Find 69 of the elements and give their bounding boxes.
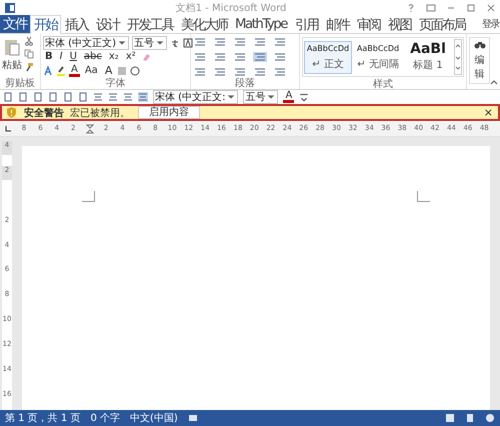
maximize-icon[interactable] (466, 2, 476, 12)
justify-icon[interactable] (138, 92, 148, 102)
margin-corner-mark (82, 191, 95, 202)
customize-toolbar-icon[interactable] (299, 92, 310, 102)
ribbon-tab[interactable]: 美化大师 (177, 15, 231, 33)
enclosed-character-icon[interactable] (130, 66, 140, 76)
gallery-scroll-icon[interactable] (454, 39, 462, 75)
cut-icon[interactable] (24, 36, 34, 46)
ribbon-tab[interactable]: 邮件 (322, 15, 353, 33)
align-right-icon[interactable] (123, 92, 133, 102)
editing-button[interactable]: 编辑 (469, 37, 490, 84)
style-option[interactable]: AaBbCcDd ↵ 正文 (304, 40, 352, 74)
character-border-icon[interactable] (182, 38, 193, 48)
group-label: 字体 (104, 78, 126, 89)
binoculars-icon (474, 40, 486, 50)
format-button[interactable]: x² (124, 50, 138, 62)
ribbon-tab[interactable]: 开始 (30, 15, 61, 34)
highlighter-icon[interactable] (56, 66, 66, 76)
style-option[interactable]: AaBl 标题 1 (404, 40, 452, 74)
format-button[interactable]: B (43, 50, 55, 62)
page-count: 第 1 页，共 1 页 (5, 412, 80, 425)
warning-message: 宏已被禁用。 (70, 106, 130, 120)
align-center-icon[interactable] (213, 52, 227, 62)
ribbon-tab[interactable]: MathType (231, 15, 291, 33)
format-painter-icon[interactable] (24, 62, 34, 72)
font-name-box[interactable]: 宋体 (中文正文: (153, 90, 238, 104)
ribbon-tab[interactable]: 插入 (61, 15, 92, 33)
text-effects-icon[interactable] (43, 66, 53, 76)
sign-in-link[interactable]: 登录 (481, 15, 500, 33)
align-left-icon[interactable] (193, 52, 207, 62)
close-button[interactable]: × (484, 107, 493, 118)
tab-selector-icon[interactable] (3, 124, 13, 134)
language-status: 中文(中国) (130, 412, 178, 425)
ribbon-tab[interactable]: 设计 (92, 15, 123, 33)
align-left-icon[interactable] (93, 92, 103, 102)
group-label: 段落 (234, 78, 256, 89)
group-label: 剪贴板 (4, 78, 36, 89)
paste-button[interactable]: 粘贴 (2, 34, 22, 78)
indent-marker-icon[interactable] (86, 124, 94, 134)
format-button[interactable]: x₂ (106, 50, 121, 62)
font-color-button[interactable]: A (69, 64, 80, 76)
enable-content-button[interactable]: 启用内容 (138, 106, 200, 119)
format-button[interactable]: I (58, 50, 65, 62)
ribbon-tab[interactable]: 引用 (290, 15, 322, 33)
shield-warning-icon (7, 107, 16, 118)
help-icon[interactable] (406, 2, 416, 12)
margin-corner-mark (417, 191, 430, 202)
font-size-box[interactable]: 五号 (243, 90, 278, 104)
change-case-button[interactable]: Aa (82, 64, 100, 76)
group-label: 样式 (372, 79, 394, 90)
font-name-box[interactable]: 宋体 (中文正文) (43, 36, 129, 50)
align-right-icon[interactable] (233, 52, 247, 62)
collapse-ribbon-icon[interactable] (490, 79, 498, 85)
style-option[interactable]: AaBbCcDd ↵ 无间隔 (354, 40, 402, 74)
format-button[interactable]: U (68, 50, 79, 62)
ribbon-tab[interactable]: 审阅 (352, 15, 384, 33)
word-count: 0 个字 (90, 412, 120, 425)
font-size-box[interactable]: 五号 (132, 36, 167, 50)
file-tab[interactable]: 文件 (0, 15, 30, 33)
window-title: 文档1 - Microsoft Word (174, 2, 288, 14)
close-icon[interactable] (486, 2, 496, 12)
ribbon-tab[interactable]: 开发工具 (123, 15, 177, 33)
warning-title: 安全警告 (24, 106, 64, 120)
ribbon-tab[interactable]: 视图 (384, 15, 415, 33)
ribbon-tab[interactable]: 页面布局 (414, 15, 469, 33)
grow-font-button[interactable]: A (102, 64, 114, 76)
align-center-icon[interactable] (108, 92, 118, 102)
format-button[interactable]: abc (82, 50, 104, 62)
justify-icon[interactable] (253, 52, 267, 62)
